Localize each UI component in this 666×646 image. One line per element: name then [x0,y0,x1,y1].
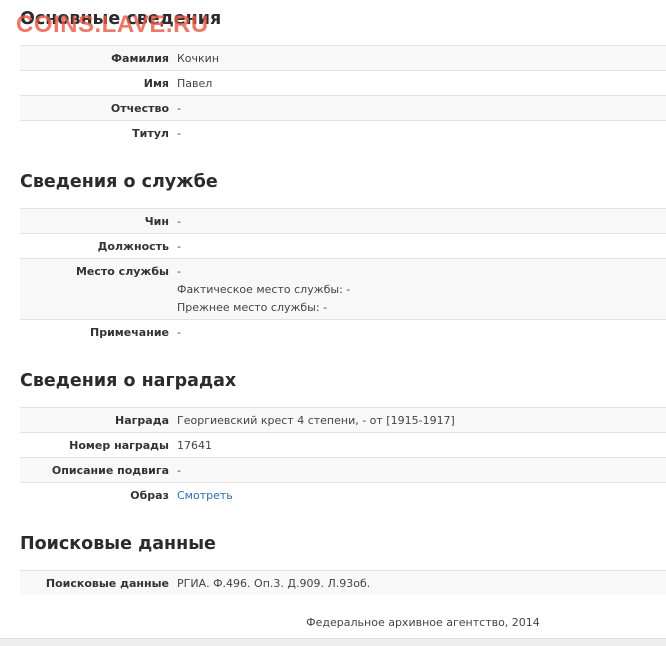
service-info-table: Чин - Должность - Место службы - Фактиче… [20,208,666,344]
label-award-number: Номер награды [69,439,169,452]
basic-info-table: Фамилия Кочкин Имя Павел Отчество - Титу… [20,45,666,145]
label-image: Образ [130,489,169,502]
label-position: Должность [97,240,169,253]
label-search-data: Поисковые данные [45,577,169,590]
row-position: Должность - [20,234,666,259]
value-search-data: РГИА. Ф.496. Оп.3. Д.909. Л.93об. [177,577,371,590]
page: COINS.LAVE.RU Основные сведения Фамилия … [0,0,666,646]
row-award: Награда Георгиевский крест 4 степени, - … [20,408,666,433]
section-title-service: Сведения о службе [20,172,218,192]
value-position: - [177,240,181,253]
value-surname: Кочкин [177,52,220,65]
label-feat-description: Описание подвига [51,464,169,477]
footer-copyright: Федеральное архивное агентство, 2014 [306,616,540,629]
label-note: Примечание [90,326,169,339]
value-note: - [177,326,181,339]
value-patronymic: - [177,102,181,115]
actual-place-of-service: Фактическое место службы: - [177,283,351,296]
search-data-table: Поисковые данные РГИА. Ф.496. Оп.3. Д.90… [20,570,666,595]
awards-info-table: Награда Георгиевский крест 4 степени, - … [20,407,666,507]
label-place-of-service: Место службы [75,265,169,278]
label-surname: Фамилия [111,52,169,65]
place-of-service-main: - [177,265,181,278]
row-title: Титул - [20,121,666,145]
section-service-info: Сведения о службе Чин - Должность - Мест… [20,169,666,344]
footer: Федеральное архивное агентство, 2014 [0,616,666,629]
label-first-name: Имя [143,77,169,90]
former-place-of-service: Прежнее место службы: - [177,301,328,314]
value-title: - [177,127,181,140]
row-feat-description: Описание подвига - [20,458,666,483]
section-awards-info: Сведения о наградах Награда Георгиевский… [20,368,666,507]
section-title-search: Поисковые данные [20,534,216,554]
bottom-bar [0,638,666,646]
label-patronymic: Отчество [110,102,169,115]
row-note: Примечание - [20,320,666,344]
value-place-of-service: - Фактическое место службы: - Прежнее ме… [169,259,350,319]
value-feat-description: - [177,464,181,477]
view-image-link[interactable]: Смотреть [177,489,233,502]
row-image: Образ Смотреть [20,483,666,507]
value-rank: - [177,215,181,228]
row-first-name: Имя Павел [20,71,666,96]
row-rank: Чин - [20,209,666,234]
value-award-number: 17641 [177,439,212,452]
section-title-awards: Сведения о наградах [20,371,237,391]
row-award-number: Номер награды 17641 [20,433,666,458]
section-basic-info: Основные сведения Фамилия Кочкин Имя Пав… [20,6,666,145]
label-title: Титул [132,127,169,140]
label-rank: Чин [144,215,169,228]
row-search-data: Поисковые данные РГИА. Ф.496. Оп.3. Д.90… [20,571,666,595]
row-patronymic: Отчество - [20,96,666,121]
value-award: Георгиевский крест 4 степени, - от [1915… [177,414,455,427]
row-surname: Фамилия Кочкин [20,46,666,71]
section-title-basic: Основные сведения [20,9,222,29]
section-search-data: Поисковые данные Поисковые данные РГИА. … [20,531,666,595]
value-image: Смотреть [169,483,233,507]
row-place-of-service: Место службы - Фактическое место службы:… [20,259,666,320]
value-first-name: Павел [177,77,213,90]
label-award: Награда [115,414,169,427]
